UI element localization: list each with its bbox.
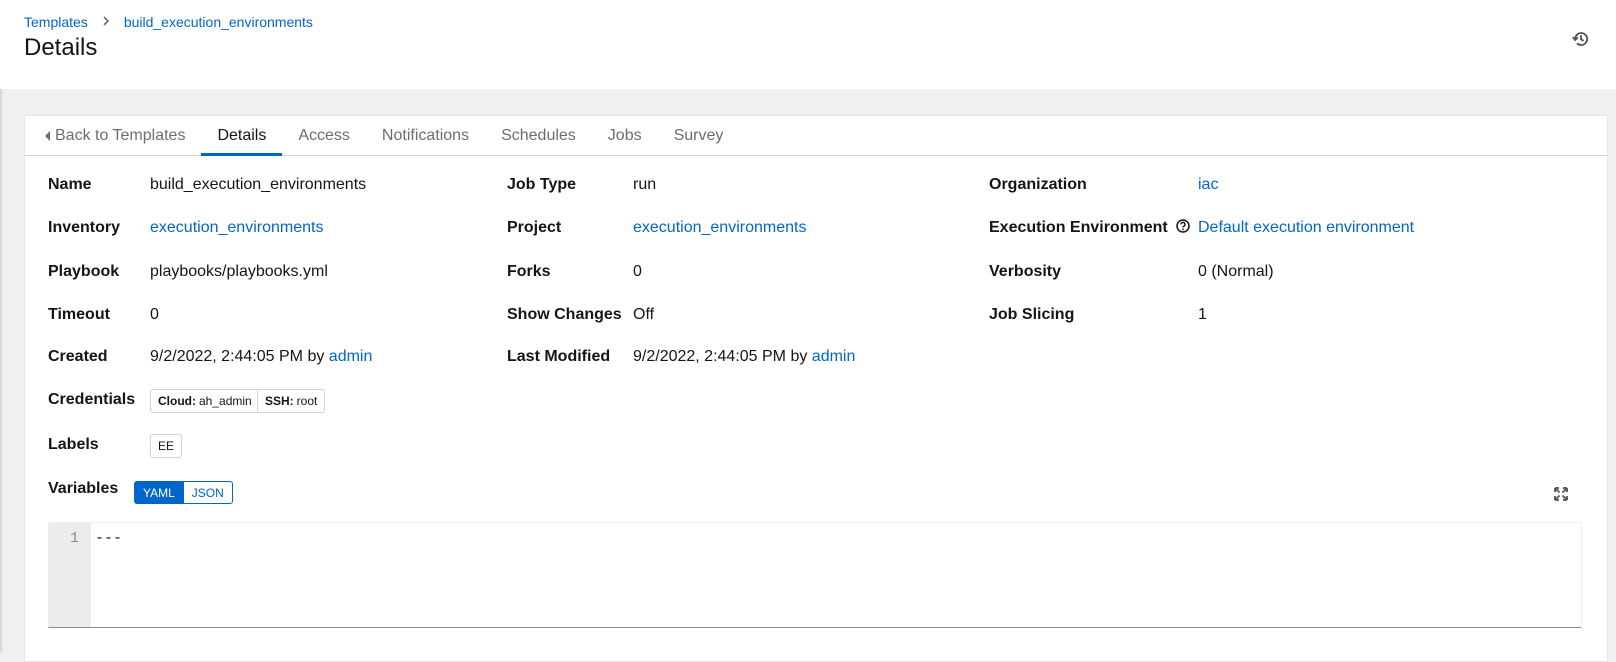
project-value: execution_environments	[633, 219, 806, 237]
yaml-toggle-button[interactable]: YAML	[134, 481, 184, 504]
playbook-label: Playbook	[48, 263, 120, 280]
modified-by-user-link[interactable]: admin	[812, 348, 856, 365]
organization-value: iac	[1198, 176, 1218, 194]
question-circle-icon[interactable]	[1176, 219, 1190, 234]
organization-link[interactable]: iac	[1198, 176, 1218, 193]
caret-left-icon	[45, 130, 50, 141]
credential-kind: Cloud:	[158, 394, 196, 408]
credentials-label: Credentials	[48, 391, 136, 408]
history-button[interactable]	[1570, 28, 1592, 50]
credential-name: root	[296, 394, 318, 408]
left-nav-edge	[0, 0, 3, 652]
forks-label: Forks	[507, 263, 551, 280]
organization-label: Organization	[989, 176, 1087, 193]
tab-label: Schedules	[501, 126, 576, 144]
credential-chip[interactable]: SSH: root	[257, 389, 326, 413]
execution-environment-link[interactable]: Default execution environment	[1198, 219, 1414, 236]
verbosity-value: 0 (Normal)	[1198, 263, 1274, 280]
tab-jobs[interactable]: Jobs	[592, 116, 658, 155]
job-type-label: Job Type	[507, 176, 577, 193]
variables-code-editor[interactable]: 1 ---	[48, 522, 1582, 628]
created-label: Created	[48, 348, 108, 365]
project-label: Project	[507, 219, 562, 236]
execution-environment-value: Default execution environment	[1198, 219, 1414, 237]
variables-format-toggle: YAML JSON	[134, 481, 233, 504]
details-card: Back to Templates Details Access Notific…	[24, 115, 1608, 662]
editor-line-numbers: 1	[49, 523, 91, 627]
show-changes-value: Off	[633, 306, 655, 323]
tab-label: Jobs	[607, 126, 642, 144]
line-number: 1	[69, 530, 79, 547]
editor-content[interactable]: ---	[91, 523, 126, 627]
label-chip-text: EE	[158, 439, 175, 453]
tab-label: Details	[217, 126, 267, 144]
job-slicing-label: Job Slicing	[989, 306, 1075, 323]
forks-value: 0	[633, 263, 642, 280]
execution-environment-label-text: Execution Environment	[989, 219, 1168, 236]
breadcrumb-current-link[interactable]: build_execution_environments	[124, 14, 313, 30]
show-changes-label: Show Changes	[507, 306, 622, 323]
inventory-link[interactable]: execution_environments	[150, 219, 323, 236]
breadcrumb-templates-link[interactable]: Templates	[24, 14, 88, 30]
last-modified-date: 9/2/2022, 2:44:05 PM by	[633, 348, 808, 365]
tab-survey[interactable]: Survey	[658, 116, 740, 155]
timeout-value: 0	[150, 306, 159, 323]
project-link[interactable]: execution_environments	[633, 219, 806, 236]
tab-bar: Back to Templates Details Access Notific…	[25, 116, 1607, 156]
label-chip: EE	[150, 434, 183, 458]
inventory-label: Inventory	[48, 219, 121, 236]
timeout-label: Timeout	[48, 306, 110, 323]
tab-label: Notifications	[381, 126, 470, 144]
page-title: Details	[24, 34, 98, 61]
playbook-value: playbooks/playbooks.yml	[150, 263, 328, 280]
labels-label: Labels	[48, 436, 99, 453]
created-by-user-link[interactable]: admin	[329, 348, 373, 365]
created-value: 9/2/2022, 2:44:05 PM by admin	[150, 348, 372, 366]
inventory-value: execution_environments	[150, 219, 323, 237]
expand-icon	[1554, 487, 1568, 501]
last-modified-value: 9/2/2022, 2:44:05 PM by admin	[633, 348, 855, 366]
credential-kind: SSH:	[265, 394, 294, 408]
page-header: Templates build_execution_environments D…	[0, 0, 1616, 89]
json-toggle-button[interactable]: JSON	[183, 481, 233, 504]
name-label: Name	[48, 176, 92, 193]
tab-schedules[interactable]: Schedules	[485, 116, 592, 155]
name-value: build_execution_environments	[150, 176, 367, 193]
job-slicing-value: 1	[1198, 306, 1207, 323]
credential-chip[interactable]: Cloud: ah_admin	[150, 389, 260, 413]
tab-details[interactable]: Details	[201, 116, 283, 156]
created-date: 9/2/2022, 2:44:05 PM by	[150, 348, 325, 365]
history-icon	[1572, 32, 1589, 46]
tab-notifications[interactable]: Notifications	[366, 116, 485, 155]
breadcrumb: Templates build_execution_environments	[24, 14, 313, 30]
execution-environment-label: Execution Environment	[989, 219, 1190, 237]
job-type-value: run	[633, 176, 657, 193]
verbosity-label: Verbosity	[989, 263, 1062, 280]
chevron-right-icon	[102, 15, 110, 29]
expand-editor-button[interactable]	[1553, 486, 1571, 504]
tab-label: Access	[298, 126, 350, 144]
credential-name: ah_admin	[199, 394, 252, 408]
variables-label: Variables	[48, 480, 119, 497]
tab-back-to-templates[interactable]: Back to Templates	[25, 116, 201, 155]
tab-access[interactable]: Access	[282, 116, 366, 155]
tab-label: Back to Templates	[55, 126, 186, 144]
last-modified-label: Last Modified	[507, 348, 611, 365]
tab-label: Survey	[673, 126, 724, 144]
